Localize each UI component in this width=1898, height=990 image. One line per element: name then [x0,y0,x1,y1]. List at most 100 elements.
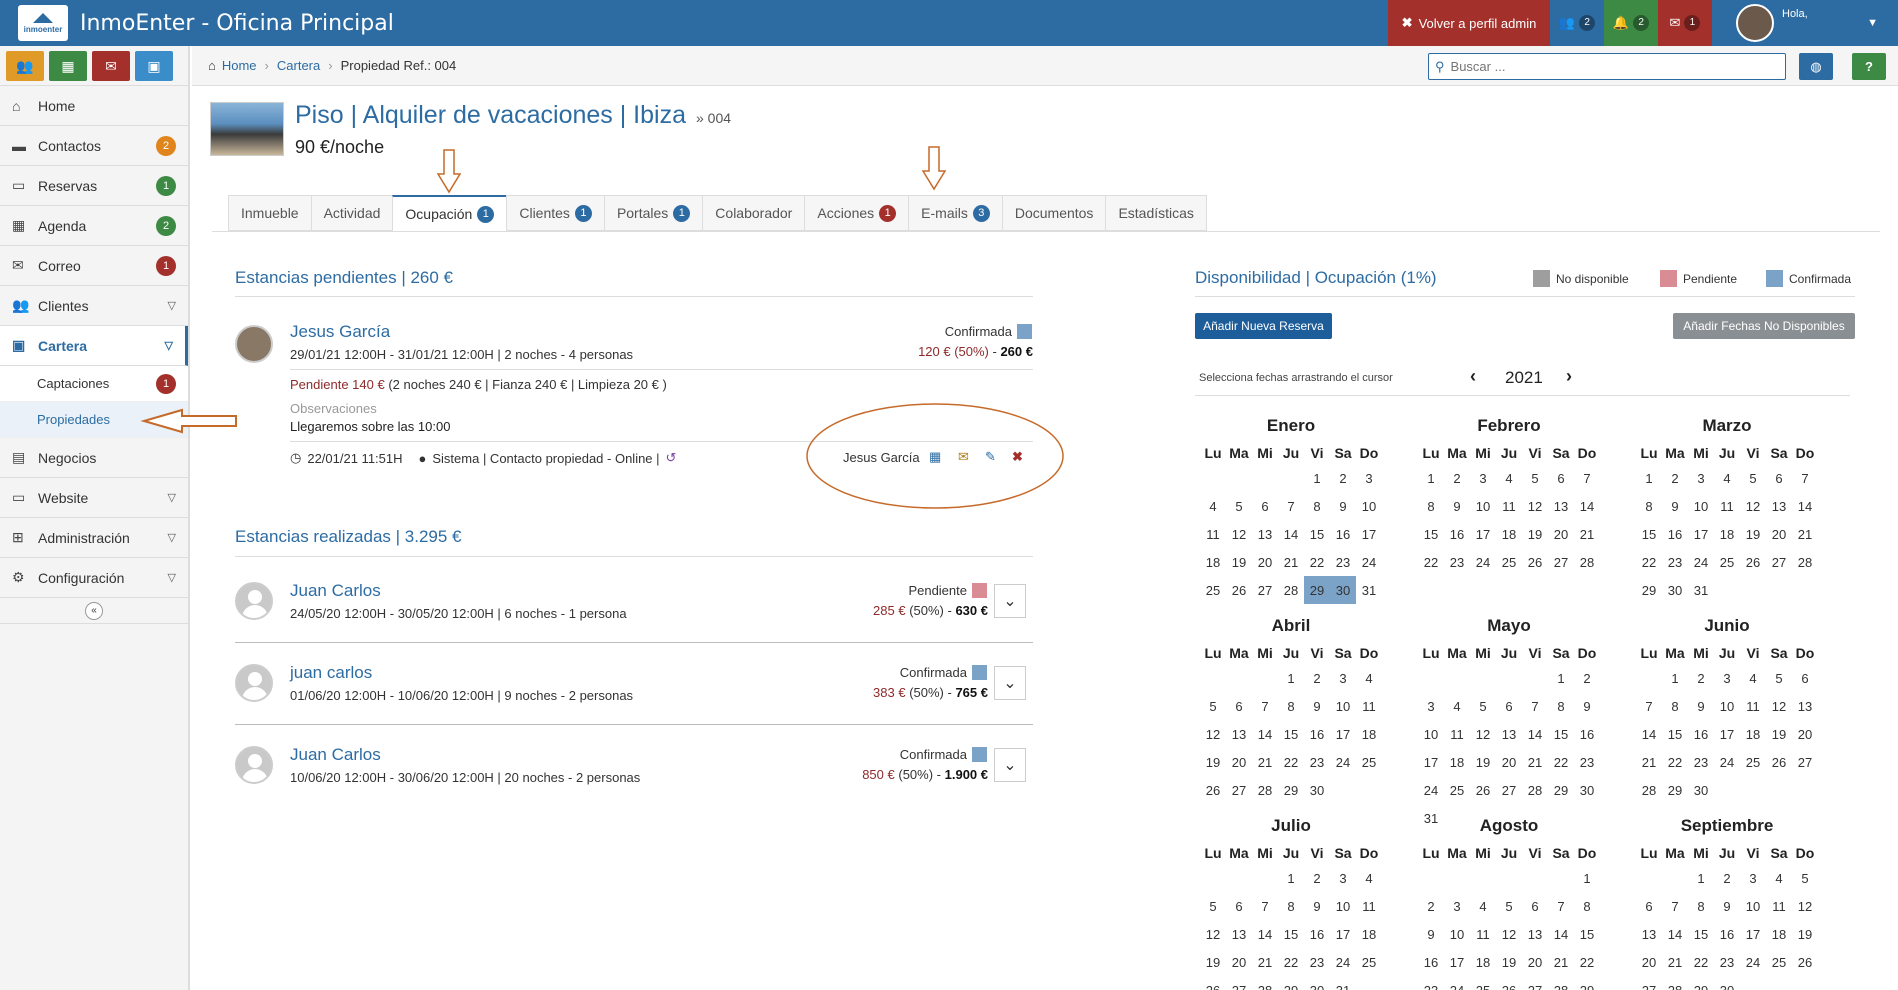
calendar-day[interactable]: 6 [1226,892,1252,920]
calendar-day[interactable]: 11 [1356,692,1382,720]
breadcrumb-home[interactable]: Home [222,58,257,73]
calendar-day[interactable]: 13 [1226,720,1252,748]
calendar-day[interactable]: 23 [1662,548,1688,576]
calendar-day[interactable]: 22 [1662,748,1688,776]
sidebar-item-configuracion[interactable]: ⚙ Configuración ▽ [0,558,188,598]
alerts-button[interactable]: 🔔 2 [1604,0,1658,46]
calendar-day[interactable]: 1 [1548,664,1574,692]
calendar-day[interactable]: 10 [1714,692,1740,720]
chevron-right-icon[interactable]: › [1566,366,1572,387]
guest-name[interactable]: Jesus García [290,322,390,342]
calendar-day[interactable]: 14 [1252,920,1278,948]
calendar-day[interactable]: 13 [1766,492,1792,520]
calendar-day[interactable]: 10 [1470,492,1496,520]
calendar-day[interactable]: 21 [1636,748,1662,776]
calendar-day[interactable]: 22 [1278,748,1304,776]
calendar-day[interactable]: 5 [1740,464,1766,492]
tab-portales[interactable]: Portales 1 [603,195,703,231]
calendar-day[interactable]: 4 [1714,464,1740,492]
calendar-day[interactable]: 2 [1304,664,1330,692]
calendar-day[interactable]: 21 [1574,520,1600,548]
sidebar-item-website[interactable]: ▭ Website ▽ [0,478,188,518]
calendar-quick-icon[interactable]: ▦ [49,51,87,81]
calendar-day[interactable]: 26 [1200,976,1226,990]
calendar-day[interactable]: 1 [1278,864,1304,892]
calendar-day[interactable]: 27 [1766,548,1792,576]
calendar-day[interactable]: 12 [1740,492,1766,520]
calendar-day[interactable]: 9 [1304,692,1330,720]
calendar-day[interactable]: 24 [1356,548,1382,576]
calendar-day[interactable]: 12 [1496,920,1522,948]
calendar-day[interactable]: 16 [1714,920,1740,948]
calendar-day[interactable]: 17 [1470,520,1496,548]
calendar-day[interactable]: 27 [1792,748,1818,776]
calendar-day[interactable]: 27 [1226,776,1252,804]
property-thumbnail[interactable] [210,102,284,156]
sidebar-collapse[interactable]: « [0,598,188,624]
calendar-day[interactable]: 15 [1574,920,1600,948]
calendar-day[interactable]: 23 [1444,548,1470,576]
calendar-day[interactable]: 17 [1740,920,1766,948]
calendar-day[interactable]: 11 [1200,520,1226,548]
calendar-day[interactable]: 8 [1662,692,1688,720]
calendar-day[interactable]: 13 [1636,920,1662,948]
calendar-day[interactable]: 24 [1470,548,1496,576]
calendar-day[interactable]: 11 [1470,920,1496,948]
calendar-day[interactable]: 5 [1226,492,1252,520]
calendar-day[interactable]: 7 [1252,892,1278,920]
calendar-day[interactable]: 12 [1470,720,1496,748]
calendar-day[interactable]: 18 [1740,720,1766,748]
calendar-day[interactable]: 16 [1662,520,1688,548]
calendar-day[interactable]: 27 [1496,776,1522,804]
calendar-day[interactable]: 14 [1636,720,1662,748]
calendar-day[interactable]: 10 [1356,492,1382,520]
calendar-day[interactable]: 8 [1688,892,1714,920]
calendar-day[interactable]: 14 [1278,520,1304,548]
history-icon[interactable]: ↺ [666,450,677,466]
calendar-day[interactable]: 14 [1252,720,1278,748]
calendar-day[interactable]: 22 [1418,548,1444,576]
calendar-day[interactable]: 13 [1496,720,1522,748]
globe-button[interactable]: ◍ [1799,53,1833,80]
calendar-day[interactable]: 20 [1766,520,1792,548]
calendar-day[interactable]: 28 [1522,776,1548,804]
calendar-day[interactable]: 17 [1714,720,1740,748]
calendar-day[interactable]: 3 [1444,892,1470,920]
calendar-day[interactable]: 9 [1574,692,1600,720]
calendar-day[interactable]: 1 [1688,864,1714,892]
calendar-day[interactable]: 3 [1470,464,1496,492]
calendar-day[interactable]: 16 [1330,520,1356,548]
calendar-day[interactable]: 9 [1444,492,1470,520]
expand-button[interactable]: ⌄ [994,666,1026,700]
calendar-day[interactable]: 26 [1200,776,1226,804]
tab-estadisticas[interactable]: Estadísticas [1105,195,1207,231]
calendar-day[interactable]: 4 [1496,464,1522,492]
sidebar-item-clientes[interactable]: 👥 Clientes ▽ [0,286,188,326]
calendar-day[interactable]: 29 [1548,776,1574,804]
calendar-day[interactable]: 13 [1792,692,1818,720]
calendar-day[interactable]: 31 [1356,576,1382,604]
guest-name[interactable]: Juan Carlos [290,745,381,765]
tab-acciones[interactable]: Acciones 1 [804,195,909,231]
calendar-day[interactable]: 31 [1688,576,1714,604]
mail-quick-icon[interactable]: ✉ [92,51,130,81]
calendar-day[interactable]: 17 [1330,920,1356,948]
calendar-day[interactable]: 19 [1766,720,1792,748]
calendar-day[interactable]: 23 [1688,748,1714,776]
calendar-day[interactable]: 26 [1792,948,1818,976]
calendar-day[interactable]: 8 [1278,692,1304,720]
calendar-day[interactable]: 19 [1792,920,1818,948]
calendar-day[interactable]: 22 [1304,548,1330,576]
calendar-day[interactable]: 10 [1330,692,1356,720]
expand-button[interactable]: ⌄ [994,584,1026,618]
calendar-day[interactable]: 18 [1356,720,1382,748]
calendar-day[interactable]: 28 [1548,976,1574,990]
calendar-day[interactable]: 11 [1766,892,1792,920]
calendar-day[interactable]: 3 [1330,664,1356,692]
calendar-day[interactable]: 26 [1740,548,1766,576]
calendar-day[interactable]: 9 [1330,492,1356,520]
calendar-day[interactable]: 13 [1548,492,1574,520]
calendar-day[interactable]: 24 [1444,976,1470,990]
calendar-day[interactable]: 31 [1330,976,1356,990]
calendar-day[interactable]: 29 [1662,776,1688,804]
